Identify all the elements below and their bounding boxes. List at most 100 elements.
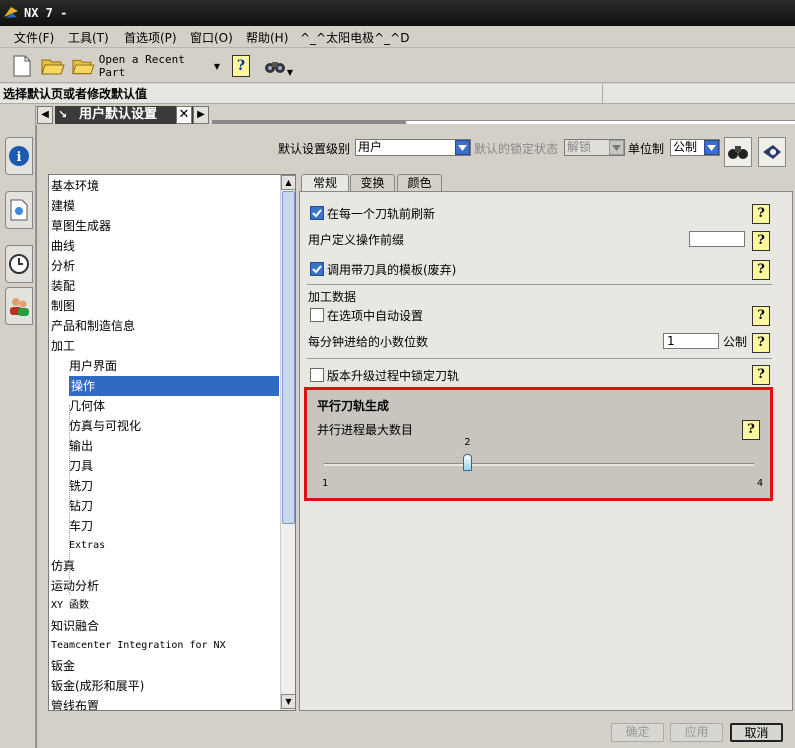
tree-item[interactable]: 管线布置 <box>51 696 99 710</box>
menu-custom[interactable]: ^_^太阳电极^_^D <box>300 29 409 46</box>
auto-set-checkbox[interactable] <box>310 308 324 322</box>
help-icon[interactable]: ? <box>752 204 770 224</box>
tree-item[interactable]: 钻刀 <box>69 496 93 516</box>
tab-scroll-right-button[interactable]: ▶ <box>193 106 209 124</box>
slider-value: 2 <box>464 437 471 448</box>
help-icon[interactable]: ? <box>752 333 770 353</box>
binoculars-icon <box>264 62 285 73</box>
tree-item[interactable]: 钣金 <box>51 656 75 676</box>
web-page-icon <box>10 199 28 221</box>
tab-user-defaults[interactable]: ↘ 用户默认设置 <box>55 106 195 124</box>
tree-item[interactable]: 分析 <box>51 256 75 276</box>
open-recent-part-button[interactable]: Open a Recent Part ▼ <box>72 53 220 79</box>
tree-item[interactable]: 刀具 <box>69 456 93 476</box>
tab-strip-scroll[interactable] <box>212 120 406 124</box>
menu-help[interactable]: 帮助(H) <box>246 29 288 46</box>
tree-item[interactable]: 制图 <box>51 296 75 316</box>
tree-item[interactable]: 知识融合 <box>51 616 99 636</box>
status-bar-right <box>602 84 795 104</box>
tab-transform[interactable]: 变换 <box>350 174 395 192</box>
prefix-label: 用户定义操作前缀 <box>308 233 405 247</box>
scroll-up-button[interactable]: ▲ <box>281 175 295 190</box>
help-icon[interactable]: ? <box>752 306 770 326</box>
history-tab[interactable] <box>5 245 33 283</box>
menu-file[interactable]: 文件(F) <box>14 29 54 46</box>
toolbar: Open a Recent Part ▼ ? ▼ <box>0 49 795 83</box>
unit-select[interactable]: 公制 <box>670 139 720 156</box>
open-button[interactable] <box>40 53 66 79</box>
tree-scrollbar[interactable]: ▲ ▼ <box>280 175 295 710</box>
help-icon[interactable]: ? <box>752 260 770 280</box>
find-button[interactable] <box>724 137 752 167</box>
tree-item[interactable]: 运动分析 <box>51 576 99 596</box>
folder-open-icon <box>41 59 65 75</box>
menu-window[interactable]: 窗口(O) <box>190 29 233 46</box>
help-button[interactable]: ? <box>230 53 252 79</box>
tree-item[interactable]: Teamcenter Integration for NX <box>51 636 226 656</box>
tree-item[interactable]: 草图生成器 <box>51 216 111 236</box>
manage-button[interactable] <box>758 137 786 167</box>
tab-title: 用户默认设置 <box>79 107 158 122</box>
tree-guide <box>69 405 70 595</box>
parallel-toolpath-group: 平行刀轨生成 并行进程最大数目 ? 2 1 4 <box>304 387 773 501</box>
tree-item[interactable]: 仿真与可视化 <box>69 416 141 436</box>
tab-scroll-left-button[interactable]: ◀ <box>37 106 53 124</box>
chevron-right-icon: ▶ <box>197 109 205 120</box>
tree-item[interactable]: 加工 <box>51 336 75 356</box>
apply-button[interactable]: 应用 <box>670 723 723 742</box>
slider-thumb[interactable] <box>463 454 473 471</box>
lock-toolpath-checkbox[interactable] <box>310 368 324 382</box>
menu-preferences[interactable]: 首选项(P) <box>124 29 177 46</box>
tree-item[interactable]: 钣金(成形和展平) <box>51 676 144 696</box>
tree-item[interactable]: 曲线 <box>51 236 75 256</box>
roles-tab[interactable] <box>5 287 33 325</box>
refresh-checkbox[interactable] <box>310 206 324 220</box>
slider-min: 1 <box>322 478 329 489</box>
cancel-button[interactable]: 取消 <box>730 723 783 742</box>
tree-item[interactable]: 基本环境 <box>51 176 99 196</box>
svg-text:i: i <box>17 150 22 165</box>
tree-item[interactable]: Extras <box>69 536 105 556</box>
scroll-down-button[interactable]: ▼ <box>281 694 295 709</box>
tree-item[interactable]: 仿真 <box>51 556 75 576</box>
tree-item[interactable]: 用户界面 <box>69 356 117 376</box>
prefix-input[interactable] <box>689 231 745 247</box>
tree-item[interactable]: 车刀 <box>69 516 93 536</box>
tree-item[interactable]: 铣刀 <box>69 476 93 496</box>
slider-track[interactable] <box>324 463 754 466</box>
help-icon[interactable]: ? <box>742 420 760 440</box>
decimals-label: 每分钟进给的小数位数 <box>308 335 429 349</box>
tree-item[interactable]: 操作 <box>69 376 279 396</box>
lock-select[interactable]: 解锁 <box>564 139 625 156</box>
auto-set-label: 在选项中自动设置 <box>327 309 424 323</box>
tree-item[interactable]: 产品和制造信息 <box>51 316 135 336</box>
clock-icon <box>9 254 29 274</box>
decimals-input[interactable]: 1 <box>663 333 719 349</box>
ok-button[interactable]: 确定 <box>611 723 664 742</box>
tab-color[interactable]: 颜色 <box>397 174 442 192</box>
lock-toolpath-label: 版本升级过程中锁定刀轨 <box>327 369 460 383</box>
new-file-button[interactable] <box>10 53 34 79</box>
status-text: 选择默认页或者修改默认值 <box>3 87 148 101</box>
chevron-down-icon: ▼ <box>285 697 292 706</box>
web-tab[interactable] <box>5 191 33 229</box>
tree-item[interactable]: XY 函数 <box>51 596 89 616</box>
tab-close-button[interactable]: ✕ <box>176 106 192 124</box>
level-select[interactable]: 用户 <box>355 139 471 156</box>
tree-item[interactable]: 装配 <box>51 276 75 296</box>
resource-bar: i <box>0 105 36 748</box>
tree-item[interactable]: 几何体 <box>69 396 105 416</box>
help-icon[interactable]: ? <box>752 231 770 251</box>
menu-bar: 文件(F) 工具(T) 首选项(P) 窗口(O) 帮助(H) ^_^太阳电极^_… <box>0 26 795 48</box>
info-tab[interactable]: i <box>5 137 33 175</box>
tree-item[interactable]: 输出 <box>69 436 93 456</box>
binocular-tool-button[interactable]: ▼ <box>260 53 296 79</box>
scroll-thumb[interactable] <box>282 191 295 524</box>
separator <box>307 358 772 359</box>
help-icon[interactable]: ? <box>752 365 770 385</box>
tree-item[interactable]: 建模 <box>51 196 75 216</box>
chevron-down-icon: ▼ <box>286 67 294 77</box>
template-checkbox[interactable] <box>310 262 324 276</box>
menu-tools[interactable]: 工具(T) <box>68 29 109 46</box>
slider-max: 4 <box>757 478 764 489</box>
